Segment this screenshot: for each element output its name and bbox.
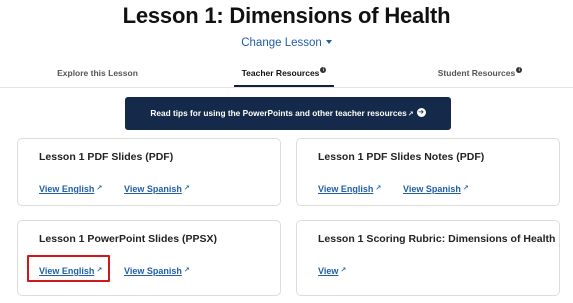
resource-card-powerpoint-slides: Lesson 1 PowerPoint Slides (PPSX) View E… xyxy=(17,220,281,296)
card-title: Lesson 1 PowerPoint Slides (PPSX) xyxy=(39,233,217,245)
external-link-icon: ↗ xyxy=(183,267,190,274)
tab-student-resources[interactable]: Student Resources i xyxy=(420,66,540,88)
view-spanish-link[interactable]: View Spanish ↗ xyxy=(403,184,469,194)
view-link[interactable]: View ↗ xyxy=(318,266,346,276)
external-link-icon: ↗ xyxy=(96,267,103,274)
info-icon[interactable]: i xyxy=(516,67,523,73)
external-link-icon: ↗ xyxy=(183,185,190,192)
info-icon[interactable]: i xyxy=(320,67,327,73)
external-link-icon: ↗ xyxy=(375,185,382,192)
tab-label: Explore this Lesson xyxy=(57,68,138,78)
external-link-icon: ↗ xyxy=(96,185,103,192)
external-link-icon: ↗ xyxy=(340,267,347,274)
change-lesson-label: Change Lesson xyxy=(241,37,322,49)
tips-banner-button[interactable]: Read tips for using the PowerPoints and … xyxy=(125,97,451,130)
tab-label: Teacher Resources xyxy=(241,68,320,78)
tab-divider xyxy=(0,87,573,88)
card-title: Lesson 1 Scoring Rubric: Dimensions of H… xyxy=(318,233,556,245)
banner-label: Read tips for using the PowerPoints and … xyxy=(150,108,407,118)
change-lesson-dropdown[interactable]: Change Lesson xyxy=(0,37,573,49)
external-link-icon: ↗ xyxy=(407,111,414,118)
view-english-link[interactable]: View English ↗ xyxy=(318,184,381,194)
resource-card-scoring-rubric: Lesson 1 Scoring Rubric: Dimensions of H… xyxy=(296,220,560,296)
card-title: Lesson 1 PDF Slides Notes (PDF) xyxy=(318,151,485,163)
view-spanish-link[interactable]: View Spanish ↗ xyxy=(124,184,190,194)
tab-bar: Explore this Lesson Teacher Resources i S… xyxy=(0,66,573,88)
resource-card-pdf-slides: Lesson 1 PDF Slides (PDF) View English ↗ … xyxy=(17,138,281,206)
caret-down-icon xyxy=(325,39,332,44)
card-title: Lesson 1 PDF Slides (PDF) xyxy=(39,151,174,163)
view-english-link[interactable]: View English ↗ xyxy=(39,266,102,276)
resource-card-pdf-slides-notes: Lesson 1 PDF Slides Notes (PDF) View Eng… xyxy=(296,138,560,206)
external-link-icon: ↗ xyxy=(462,185,469,192)
view-english-link[interactable]: View English ↗ xyxy=(39,184,102,194)
page-title: Lesson 1: Dimensions of Health xyxy=(122,3,451,28)
arrow-right-circle-icon: ➔ xyxy=(416,108,426,118)
tab-label: Student Resources xyxy=(437,68,516,78)
tab-teacher-resources[interactable]: Teacher Resources i xyxy=(234,66,334,88)
tab-explore-this-lesson[interactable]: Explore this Lesson xyxy=(35,66,160,88)
view-spanish-link[interactable]: View Spanish ↗ xyxy=(124,266,190,276)
